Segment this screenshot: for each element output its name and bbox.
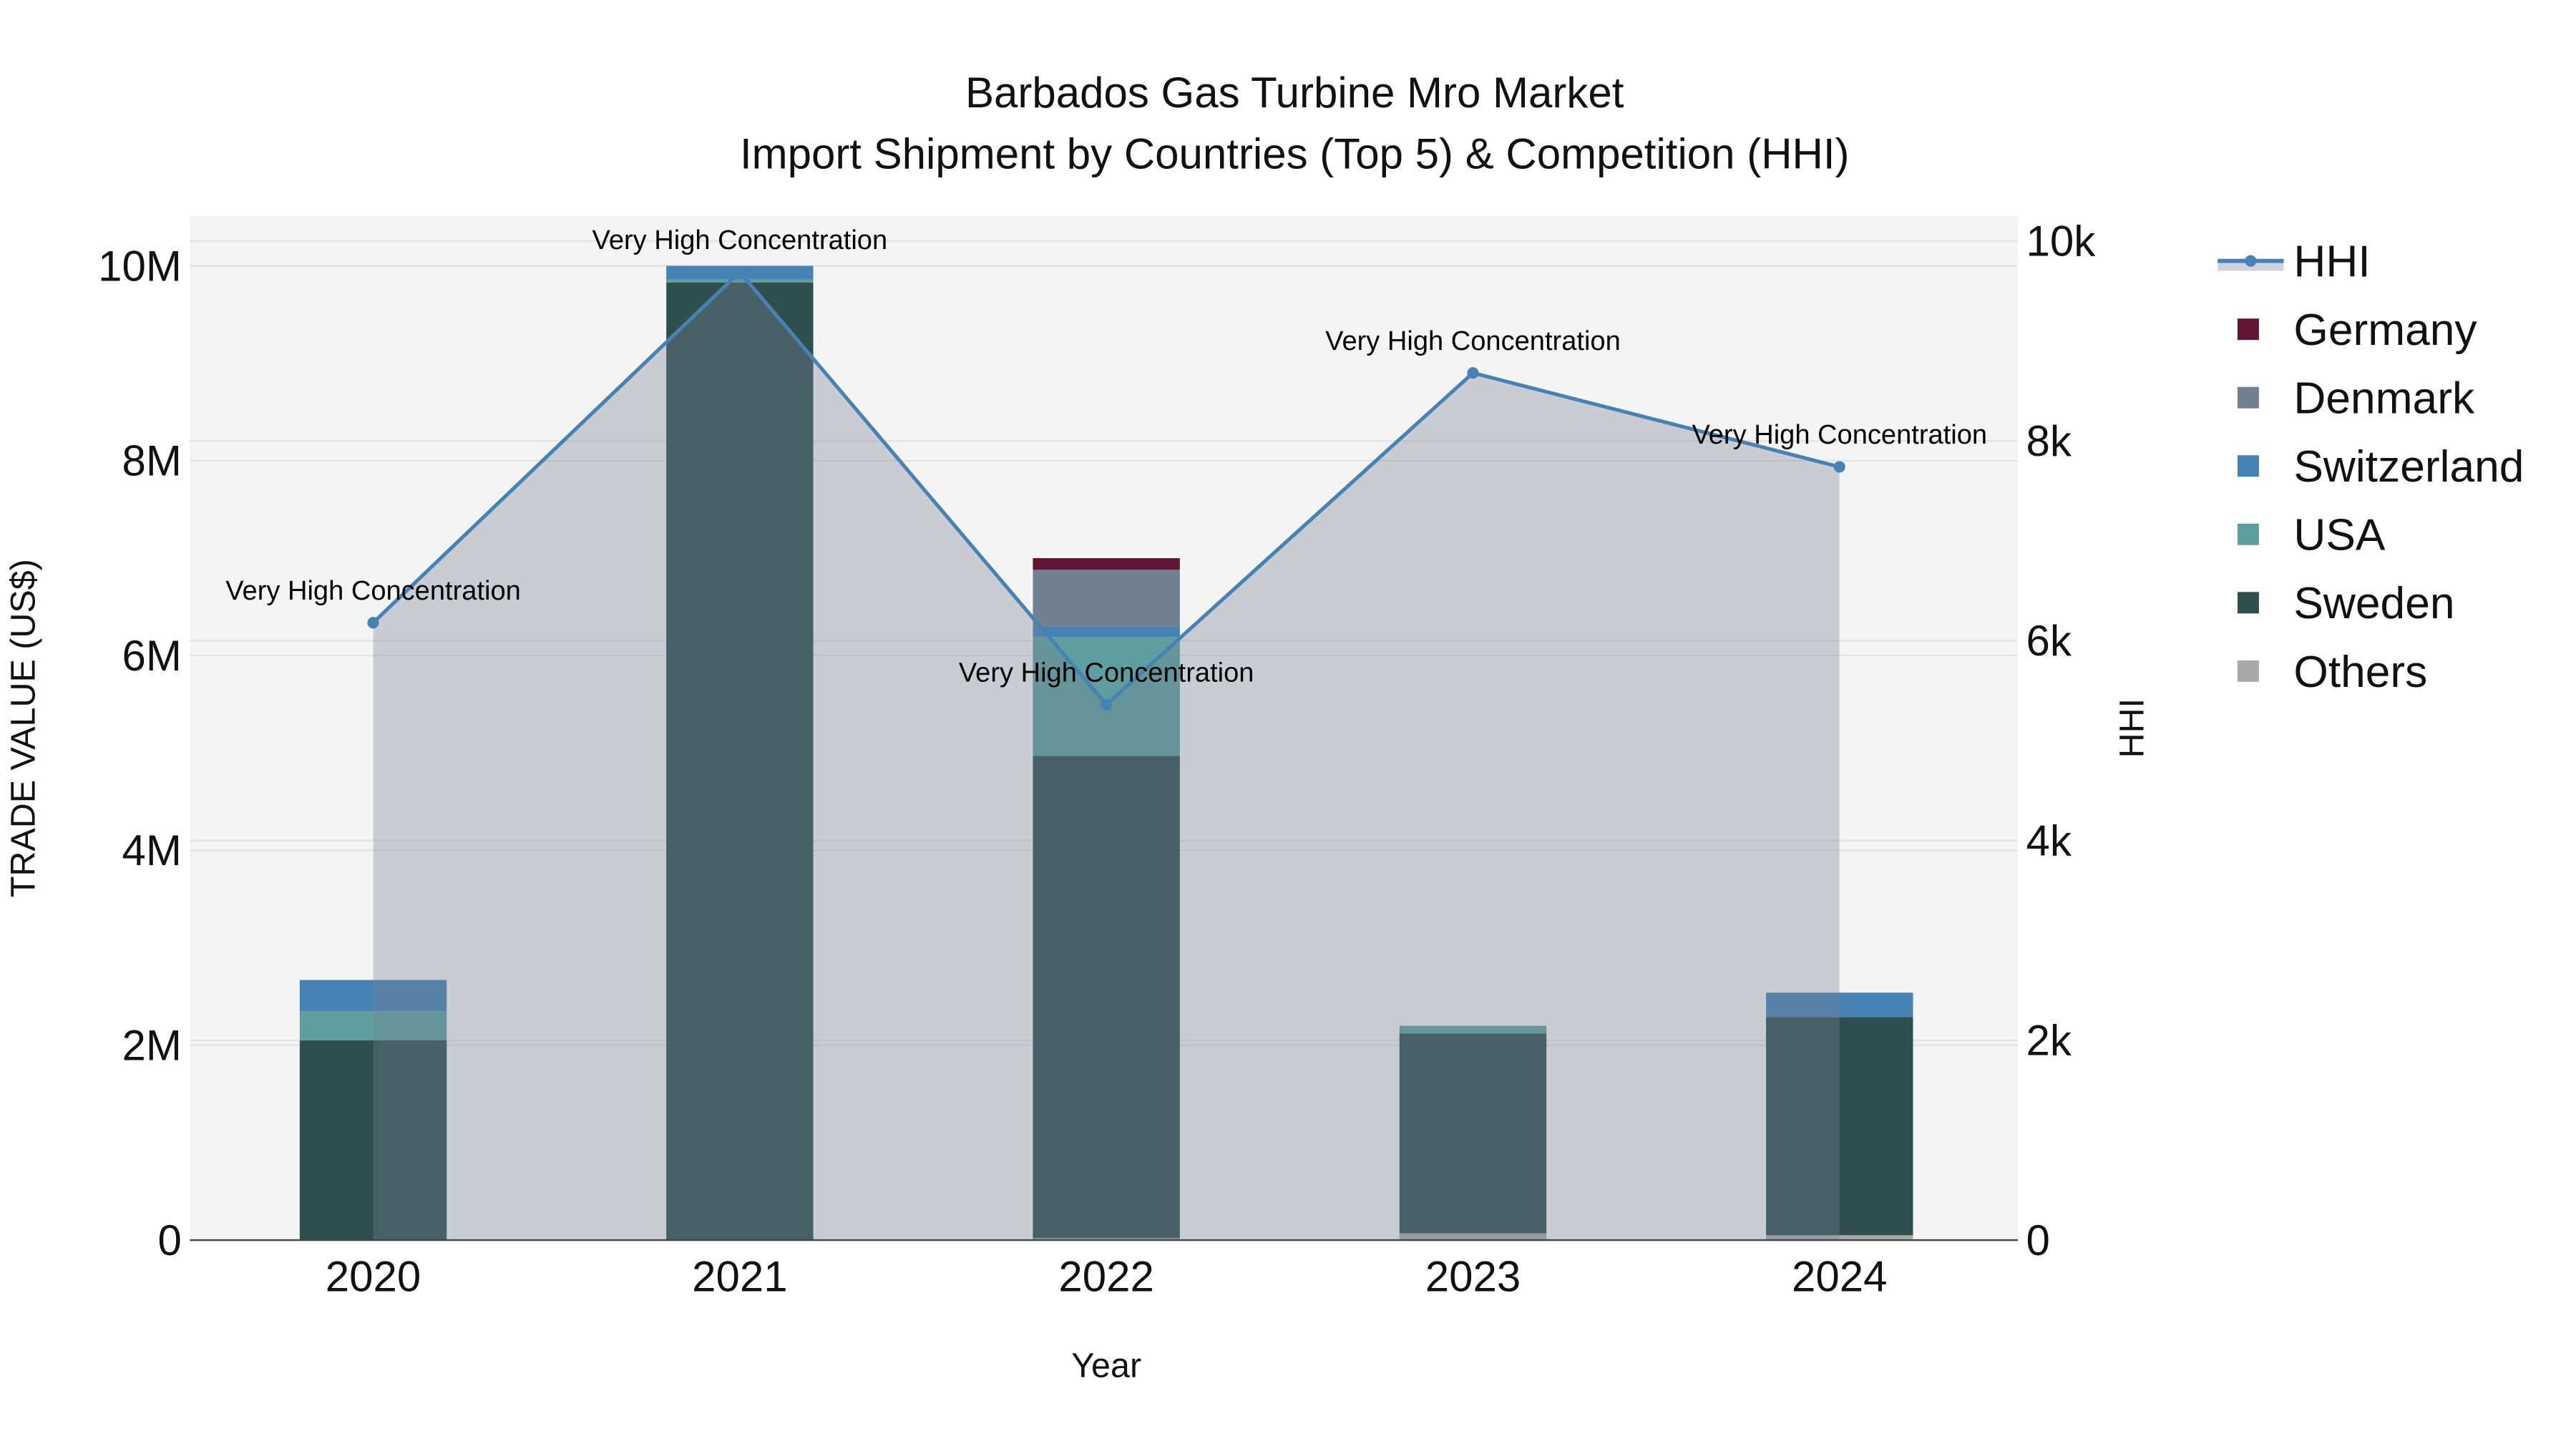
annotation-2022: Very High Concentration <box>959 658 1254 688</box>
annotation-2024: Very High Concentration <box>1692 420 1987 450</box>
legend-label: Switzerland <box>2293 442 2524 492</box>
hhi-point-2024 <box>1833 461 1845 473</box>
legend-item-usa[interactable]: USA <box>2237 511 2386 560</box>
y-tick-label: 6M <box>122 632 181 680</box>
legend-label: Denmark <box>2293 374 2475 424</box>
x-axis-title: Year <box>1071 1347 1141 1385</box>
legend-item-sweden[interactable]: Sweden <box>2237 579 2455 628</box>
y-tick-label: 10M <box>98 242 182 290</box>
hhi-point-2020 <box>367 617 379 629</box>
hhi-point-2021 <box>733 266 746 278</box>
legend-label: Sweden <box>2293 579 2454 628</box>
y-tick-label: 4M <box>122 826 181 874</box>
y2-tick-label: 6k <box>2026 617 2072 665</box>
x-tick-label: 2024 <box>1792 1253 1887 1301</box>
legend-swatch <box>2237 592 2259 614</box>
legend-swatch <box>2237 455 2259 477</box>
legend-label: HHI <box>2293 238 2370 287</box>
legend: HHI Germany Denmark Switzerland USA Sweden Oth… <box>2218 238 2524 697</box>
y2-tick-label: 8k <box>2026 417 2072 465</box>
bar-switzerland-2022 <box>1033 626 1180 638</box>
x-tick-label: 2020 <box>326 1253 421 1301</box>
legend-swatch <box>2237 660 2259 682</box>
legend-swatch <box>2237 523 2259 545</box>
hhi-point-2023 <box>1467 367 1479 379</box>
legend-item-others[interactable]: Others <box>2237 648 2427 697</box>
legend-item-denmark[interactable]: Denmark <box>2237 374 2475 424</box>
y2-tick-label: 0 <box>2026 1216 2050 1264</box>
chart-title: Barbados Gas Turbine Mro Market <box>965 69 1624 117</box>
bar-denmark-2022 <box>1033 570 1180 627</box>
legend-label: Others <box>2293 648 2427 697</box>
x-tick-label: 2023 <box>1425 1253 1521 1301</box>
y2-axis-title: HHI <box>2112 698 2151 758</box>
chart-subtitle: Import Shipment by Countries (Top 5) & C… <box>740 130 1850 177</box>
annotation-2021: Very High Concentration <box>592 225 888 255</box>
legend-label: USA <box>2293 511 2386 560</box>
x-ticks: 2020 2021 2022 2023 2024 <box>326 1253 1888 1301</box>
legend-item-switzerland[interactable]: Switzerland <box>2237 442 2524 492</box>
y-ticks: 0 2M 4M 6M 8M 10M <box>98 242 182 1264</box>
legend-item-hhi[interactable]: HHI <box>2218 238 2371 287</box>
legend-item-germany[interactable]: Germany <box>2237 306 2477 355</box>
hhi-point-2022 <box>1101 698 1113 711</box>
x-tick-label: 2021 <box>692 1253 787 1301</box>
legend-label: Germany <box>2293 306 2477 355</box>
y2-tick-label: 2k <box>2026 1017 2072 1065</box>
y2-ticks: 0 2k 4k 6k 8k 10k <box>2026 218 2097 1264</box>
x-tick-label: 2022 <box>1058 1253 1153 1301</box>
y-tick-label: 0 <box>157 1216 181 1264</box>
annotation-2023: Very High Concentration <box>1325 326 1621 356</box>
y2-tick-label: 4k <box>2026 816 2072 864</box>
legend-swatch <box>2237 318 2259 341</box>
y-axis-title: TRADE VALUE (US$) <box>4 559 42 897</box>
legend-hhi-marker <box>2245 255 2257 267</box>
annotation-2020: Very High Concentration <box>225 576 521 606</box>
bar-germany-2022 <box>1033 558 1180 570</box>
y2-tick-label: 10k <box>2026 218 2097 265</box>
y-tick-label: 2M <box>122 1022 181 1070</box>
chart: Very High Concentration Very High Concent… <box>4 69 2524 1385</box>
legend-swatch <box>2237 386 2259 409</box>
y-tick-label: 8M <box>122 437 181 485</box>
